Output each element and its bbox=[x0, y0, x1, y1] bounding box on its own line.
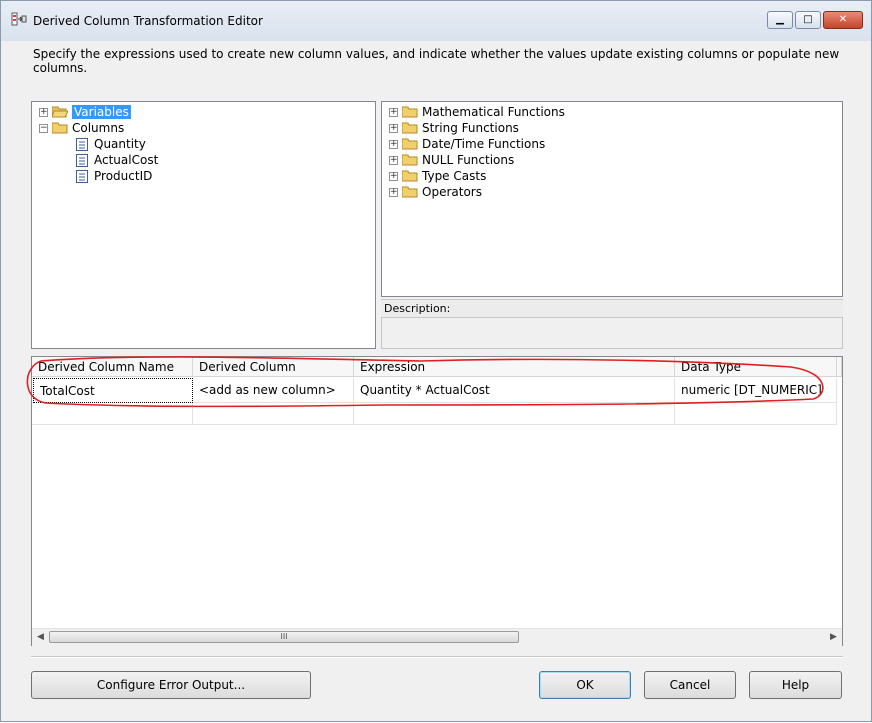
horizontal-scrollbar[interactable]: ◀ III ▶ bbox=[32, 628, 842, 646]
tree-label-column: Quantity bbox=[94, 137, 146, 151]
column-header-name[interactable]: Derived Column Name bbox=[32, 357, 193, 377]
folder-icon bbox=[402, 186, 418, 198]
collapse-icon[interactable]: − bbox=[39, 123, 48, 133]
tree-node-column[interactable]: ActualCost bbox=[76, 152, 158, 168]
description-area bbox=[381, 317, 843, 349]
cell-expression[interactable]: Quantity * ActualCost bbox=[354, 378, 675, 403]
expand-icon[interactable]: + bbox=[389, 123, 398, 133]
tree-label-column: ProductID bbox=[94, 169, 153, 183]
expand-icon[interactable]: + bbox=[389, 155, 398, 165]
configure-error-output-button[interactable]: Configure Error Output... bbox=[31, 671, 311, 699]
tree-label-function-category: String Functions bbox=[422, 121, 519, 135]
expand-icon[interactable]: + bbox=[389, 139, 398, 149]
tree-label-function-category: Date/Time Functions bbox=[422, 137, 546, 151]
functions-tree-pane[interactable]: + Mathematical Functions + String Functi… bbox=[381, 101, 843, 297]
transform-icon bbox=[11, 12, 27, 26]
help-button[interactable]: Help bbox=[749, 671, 842, 699]
folder-icon bbox=[402, 106, 418, 118]
ok-button[interactable]: OK bbox=[539, 671, 631, 699]
scroll-left-icon[interactable]: ◀ bbox=[32, 629, 49, 646]
close-icon: ✕ bbox=[838, 14, 848, 25]
column-header-derived-column[interactable]: Derived Column bbox=[193, 357, 354, 377]
scroll-thumb[interactable]: III bbox=[49, 631, 519, 643]
input-tree-pane[interactable]: + Variables − Columns Quantity ActualCos… bbox=[31, 101, 376, 349]
column-header-data-type[interactable]: Data Type bbox=[675, 357, 837, 377]
empty-row-cell[interactable] bbox=[193, 403, 354, 425]
tree-label-variables: Variables bbox=[72, 105, 131, 119]
folder-icon bbox=[402, 170, 418, 182]
description-label: Description: bbox=[381, 299, 843, 317]
column-header-overflow bbox=[837, 357, 842, 377]
folder-icon bbox=[402, 122, 418, 134]
expand-icon[interactable]: + bbox=[39, 107, 48, 117]
close-button[interactable]: ✕ bbox=[823, 11, 863, 29]
folder-icon bbox=[52, 122, 68, 134]
tree-label-function-category: Operators bbox=[422, 185, 482, 199]
tree-node-function-category[interactable]: + Type Casts bbox=[389, 168, 486, 184]
tree-label-column: ActualCost bbox=[94, 153, 159, 167]
grip-icon: III bbox=[280, 632, 288, 641]
cell-derived-column[interactable]: <add as new column> bbox=[193, 378, 354, 403]
tree-label-columns: Columns bbox=[72, 121, 125, 135]
tree-node-function-category[interactable]: + NULL Functions bbox=[389, 152, 514, 168]
tree-node-variables[interactable]: + Variables bbox=[39, 104, 131, 120]
tree-node-column[interactable]: Quantity bbox=[76, 136, 146, 152]
maximize-button[interactable]: □ bbox=[795, 11, 821, 29]
empty-row-cell[interactable] bbox=[32, 403, 193, 425]
tree-node-function-category[interactable]: + Mathematical Functions bbox=[389, 104, 565, 120]
title-bar[interactable]: Derived Column Transformation Editor ▁ □… bbox=[1, 1, 871, 41]
tree-label-function-category: Type Casts bbox=[422, 169, 487, 183]
folder-icon bbox=[402, 154, 418, 166]
empty-row-cell[interactable] bbox=[354, 403, 675, 425]
minimize-button[interactable]: ▁ bbox=[767, 11, 793, 29]
expand-icon[interactable]: + bbox=[389, 171, 398, 181]
window-title: Derived Column Transformation Editor bbox=[33, 14, 263, 28]
folder-open-icon bbox=[52, 106, 68, 118]
cell-data-type[interactable]: numeric [DT_NUMERIC] bbox=[675, 378, 837, 403]
expand-icon[interactable]: + bbox=[389, 107, 398, 117]
tree-node-column[interactable]: ProductID bbox=[76, 168, 152, 184]
column-header-expression[interactable]: Expression bbox=[354, 357, 675, 377]
cancel-button[interactable]: Cancel bbox=[644, 671, 736, 699]
tree-node-function-category[interactable]: + Date/Time Functions bbox=[389, 136, 545, 152]
divider bbox=[31, 656, 843, 658]
maximize-icon: □ bbox=[803, 14, 813, 25]
dialog-window: Derived Column Transformation Editor ▁ □… bbox=[0, 0, 872, 722]
cell-derived-column-name[interactable]: TotalCost bbox=[33, 378, 193, 403]
derived-column-grid[interactable]: Derived Column Name Derived Column Expre… bbox=[31, 356, 843, 646]
tree-label-function-category: Mathematical Functions bbox=[422, 105, 565, 119]
tree-node-function-category[interactable]: + String Functions bbox=[389, 120, 519, 136]
minimize-icon: ▁ bbox=[776, 14, 784, 25]
column-icon bbox=[76, 169, 88, 183]
empty-row-cell[interactable] bbox=[675, 403, 837, 425]
tree-node-columns[interactable]: − Columns bbox=[39, 120, 124, 136]
column-icon bbox=[76, 153, 88, 167]
scroll-right-icon[interactable]: ▶ bbox=[825, 629, 842, 646]
column-icon bbox=[76, 137, 88, 151]
instructions-text: Specify the expressions used to create n… bbox=[33, 47, 840, 75]
folder-icon bbox=[402, 138, 418, 150]
expand-icon[interactable]: + bbox=[389, 187, 398, 197]
tree-node-function-category[interactable]: + Operators bbox=[389, 184, 482, 200]
tree-label-function-category: NULL Functions bbox=[422, 153, 515, 167]
